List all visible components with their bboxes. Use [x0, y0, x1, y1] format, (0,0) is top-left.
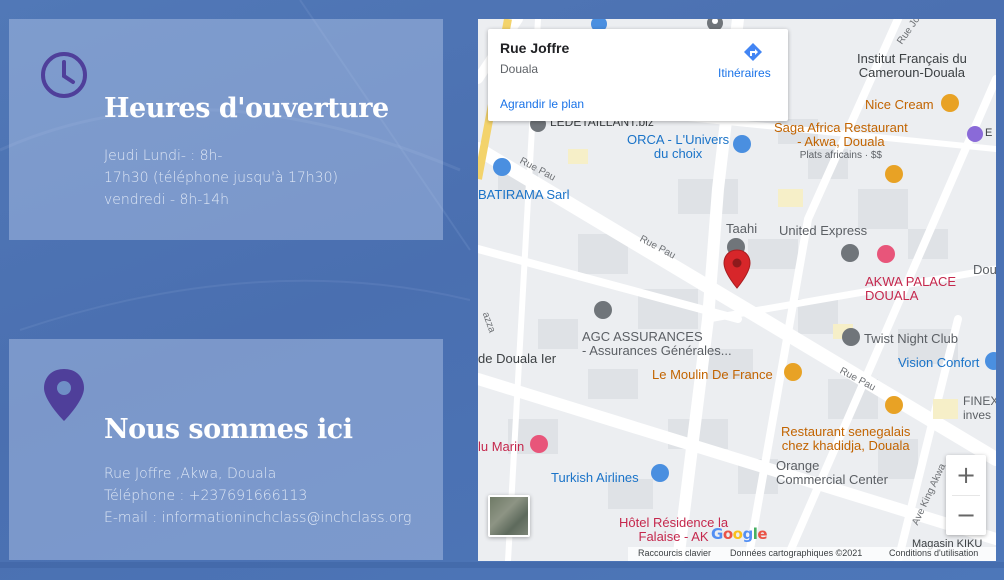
contact-text: Rue Joffre ,Akwa, Douala Téléphone : +23… — [104, 463, 434, 529]
poi-nice-cream[interactable]: Nice Cream — [865, 98, 934, 112]
poi-label: - Assurances Générales... — [582, 343, 732, 358]
poi-label: FINEX — [963, 394, 996, 408]
address-line: Rue Joffre ,Akwa, Douala — [104, 466, 277, 482]
satellite-toggle[interactable] — [488, 495, 530, 537]
hours-line: 17h30 (téléphone jusqu'à 17h30) — [104, 170, 338, 186]
gray-pin-icon[interactable] — [841, 327, 861, 349]
google-logo: Google — [711, 525, 768, 543]
poi-senegalais[interactable]: Restaurant senegalais chez khadidja, Dou… — [781, 425, 910, 453]
blue-pin-icon[interactable] — [984, 351, 996, 371]
clock-icon — [39, 50, 89, 105]
poi-akwa-palace[interactable]: AKWA PALACE DOUALA — [865, 275, 956, 303]
directions-icon[interactable] — [742, 41, 764, 63]
poi-label: Institut Français du — [857, 51, 967, 66]
poi-label: AGC ASSURANCES — [582, 329, 703, 344]
hours-line: Jeudi Lundi- : 8h- — [104, 148, 223, 164]
poi-label: Orange — [776, 458, 820, 473]
phone-line[interactable]: Téléphone : +237691666113 — [104, 485, 434, 507]
map-data-label: Données cartographiques ©2021 — [730, 548, 863, 558]
hours-text: Jeudi Lundi- : 8h- 17h30 (téléphone jusq… — [104, 145, 434, 211]
map-info-card: Rue Joffre Douala Agrandir le plan Itiné… — [488, 29, 788, 121]
poi-label: DOUALA — [865, 288, 919, 303]
hours-title: Heures d'ouverture — [104, 93, 389, 124]
orange-food-icon[interactable] — [884, 395, 904, 417]
location-card: Nous sommes ici Rue Joffre ,Akwa, Douala… — [9, 339, 443, 560]
place-city: Douala — [500, 62, 539, 76]
poi-agc-assurances[interactable]: AGC ASSURANCES - Assurances Générales... — [582, 330, 732, 358]
poi-label: Restaurant senegalais — [781, 424, 911, 439]
poi-turkish-airlines[interactable]: Turkish Airlines — [551, 471, 639, 485]
purple-pin-icon[interactable] — [966, 125, 984, 143]
orange-food-icon[interactable] — [884, 164, 904, 186]
blue-shop-icon[interactable] — [492, 157, 512, 179]
poi-batirama[interactable]: BATIRAMA Sarl — [478, 188, 570, 202]
poi-orange[interactable]: Orange Commercial Center — [776, 459, 888, 487]
hours-line: vendredi - 8h-14h — [104, 192, 229, 208]
poi-label: AKWA PALACE — [865, 274, 957, 289]
poi-label: du choix — [653, 146, 703, 161]
blue-shop-icon[interactable] — [732, 134, 752, 156]
poi-dou[interactable]: Dou — [973, 263, 996, 277]
poi-vision-confort[interactable]: Vision Confort — [898, 356, 979, 370]
pink-hotel-icon[interactable] — [876, 244, 896, 266]
map-attribution: Raccourcis clavier Données cartographiqu… — [628, 547, 996, 561]
poi-twist[interactable]: Twist Night Club — [864, 332, 958, 346]
poi-label: Saga Africa Restaurant — [774, 120, 908, 135]
poi-saga-africa[interactable]: Saga Africa Restaurant - Akwa, Douala Pl… — [774, 121, 908, 163]
poi-e[interactable]: E — [985, 126, 992, 140]
map-embed[interactable]: Institut Français du Cameroun-Douala Nic… — [478, 19, 996, 561]
poi-label: inves — [963, 408, 992, 422]
enlarge-map-link[interactable]: Agrandir le plan — [500, 97, 584, 111]
zoom-controls: + − — [946, 455, 986, 535]
poi-united-express[interactable]: United Express — [779, 224, 867, 238]
place-name: Rue Joffre — [500, 40, 570, 56]
poi-sublabel: Plats africains · $$ — [799, 150, 882, 161]
poi-label: chez khadidja, Douala — [781, 438, 910, 453]
poi-institut[interactable]: Institut Français du Cameroun-Douala — [857, 52, 967, 80]
zoom-in-button[interactable]: + — [946, 455, 986, 495]
poi-label: ORCA - L'Univers — [627, 132, 730, 147]
poi-taahi[interactable]: Taahi — [726, 222, 757, 236]
pink-hotel-icon[interactable] — [529, 434, 549, 456]
poi-marin[interactable]: lu Marin — [478, 440, 524, 454]
location-pin-icon — [39, 367, 89, 428]
location-title: Nous sommes ici — [104, 414, 353, 445]
directions-button[interactable]: Itinéraires — [718, 66, 771, 80]
poi-label: Commercial Center — [776, 472, 888, 487]
poi-finex[interactable]: FINEX inves — [963, 394, 996, 422]
blue-shop-icon[interactable] — [650, 463, 670, 485]
poi-label: - Akwa, Douala — [797, 134, 885, 149]
email-line[interactable]: E-mail : informationinchclass@inchclass.… — [104, 507, 434, 529]
gray-pin-icon[interactable] — [840, 243, 860, 265]
red-marker-icon[interactable] — [723, 249, 751, 289]
poi-label: Cameroun-Douala — [858, 65, 966, 80]
poi-de-douala[interactable]: de Douala Ier — [478, 352, 556, 366]
poi-orca[interactable]: ORCA - L'Univers du choix — [627, 133, 729, 161]
opening-hours-card: Heures d'ouverture Jeudi Lundi- : 8h- 17… — [9, 19, 443, 240]
poi-moulin[interactable]: Le Moulin De France — [652, 368, 773, 382]
orange-cafe-icon[interactable] — [783, 362, 803, 384]
terms-link[interactable]: Conditions d'utilisation — [889, 548, 978, 558]
orange-food-icon[interactable] — [940, 93, 960, 113]
zoom-out-button[interactable]: − — [946, 495, 986, 535]
keyboard-shortcuts-link[interactable]: Raccourcis clavier — [638, 548, 711, 558]
zoom-divider — [952, 495, 980, 496]
gray-pin-icon[interactable] — [593, 300, 613, 322]
